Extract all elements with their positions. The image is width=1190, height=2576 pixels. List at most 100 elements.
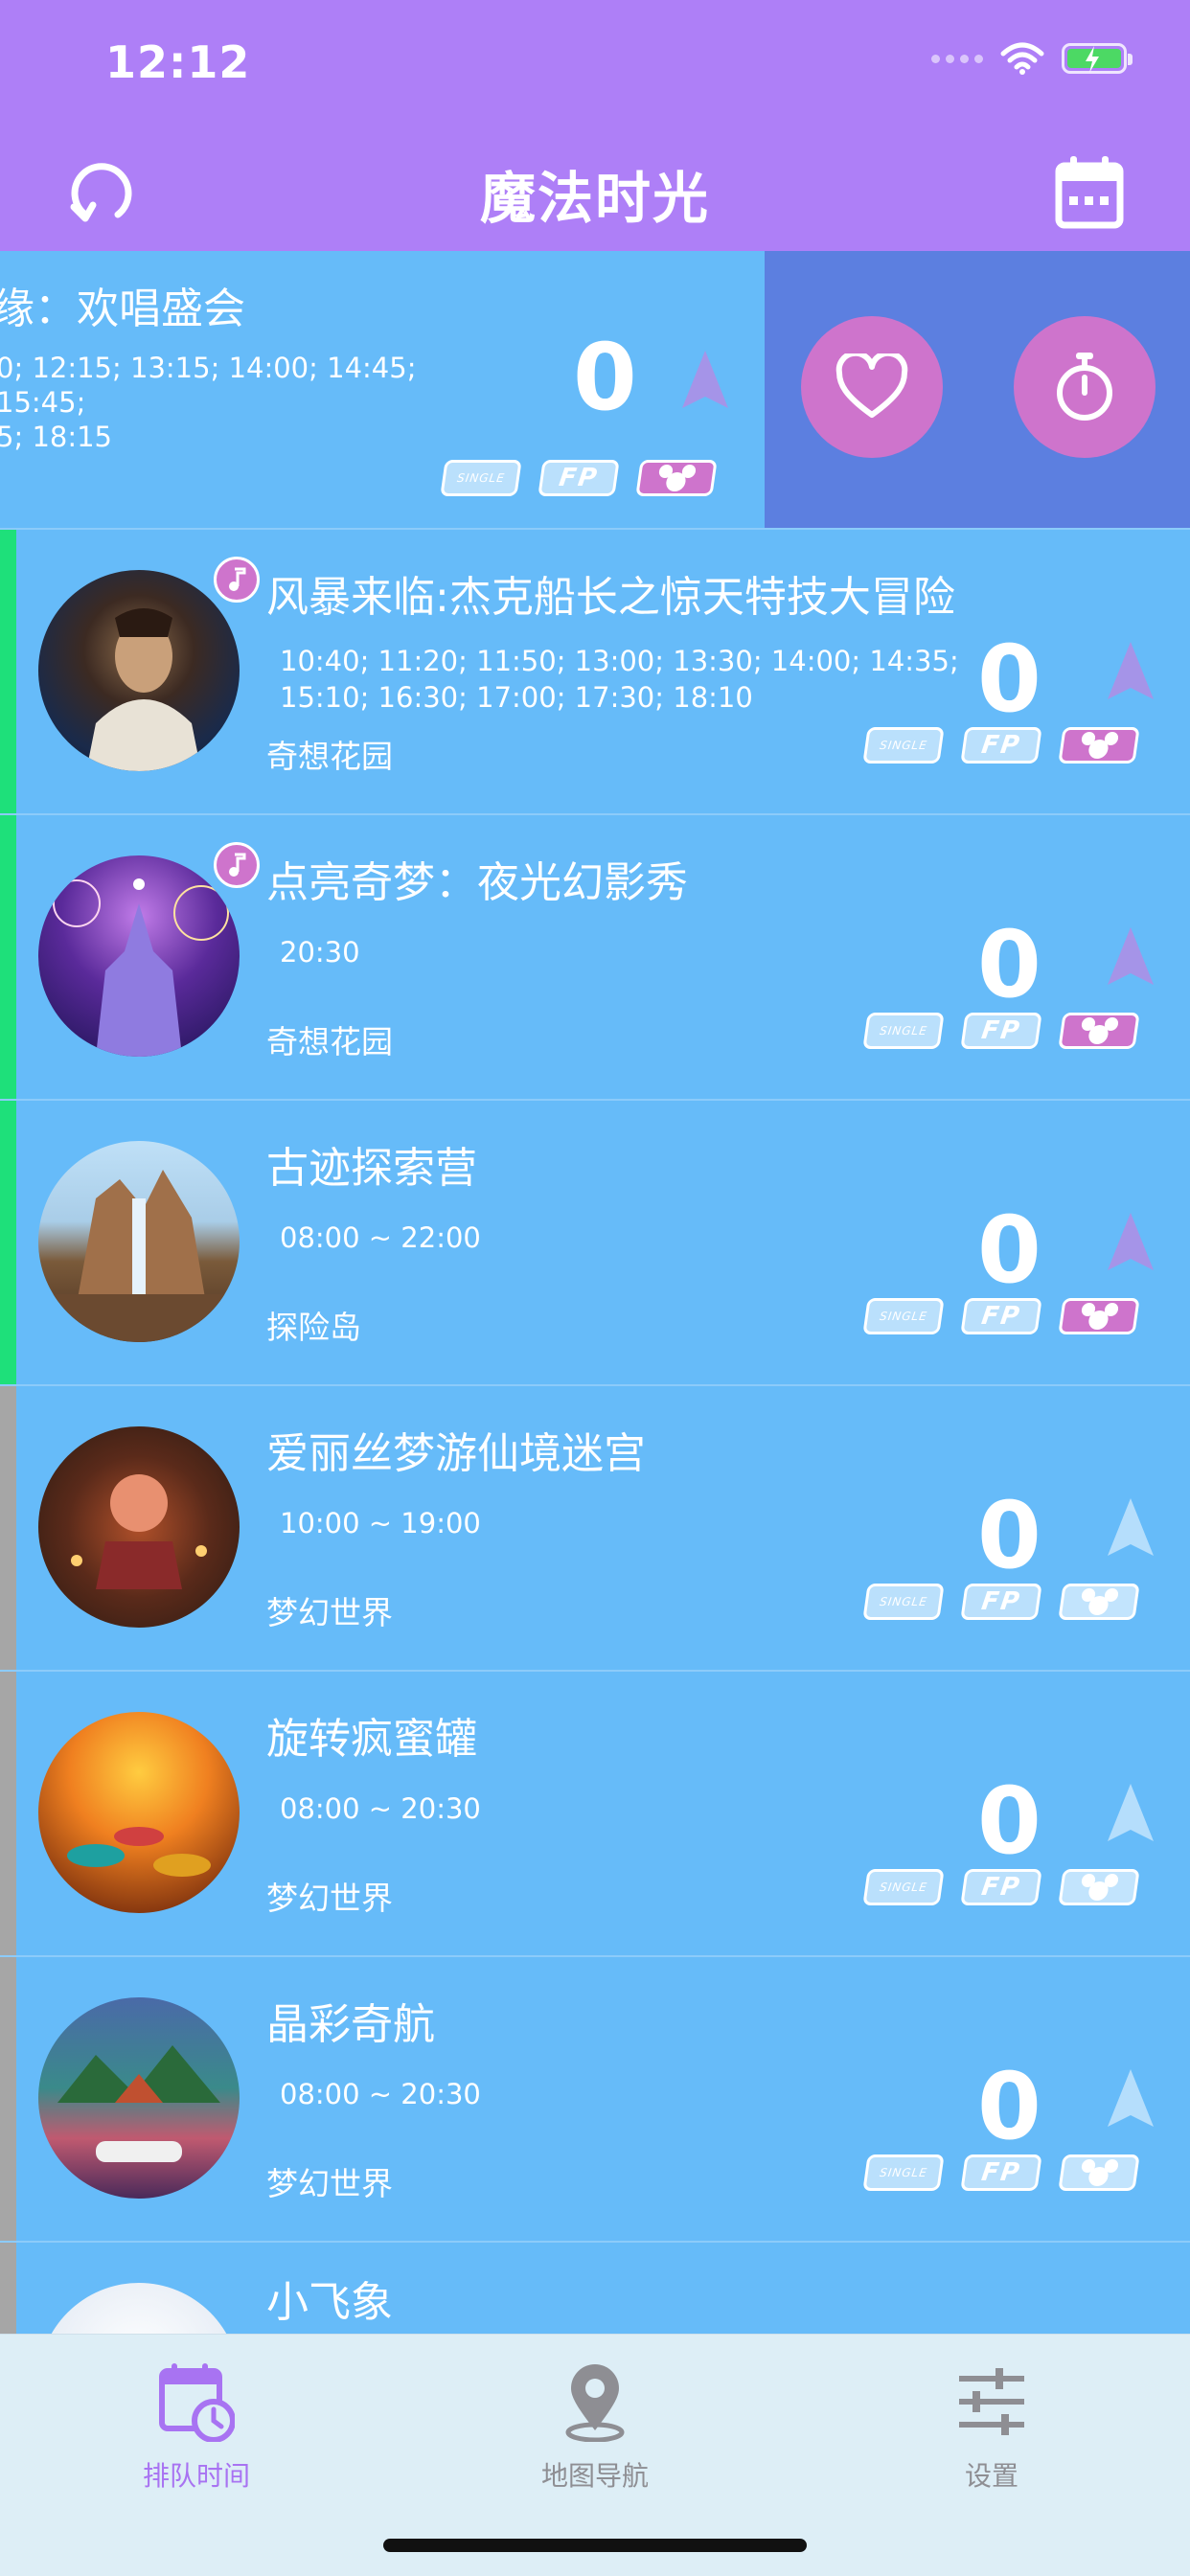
header: 12:12 魔法时光	[0, 0, 1190, 251]
navigate-arrow-icon[interactable]	[1104, 1496, 1157, 1558]
navigate-arrow-icon[interactable]	[1104, 2067, 1157, 2129]
tag-group: SINGLE FP	[862, 1298, 1140, 1334]
music-note-icon	[229, 853, 246, 877]
single-rider-tag: SINGLE	[440, 460, 522, 496]
status-bar	[0, 2243, 16, 2334]
calendar-clock-icon	[159, 2363, 235, 2442]
mickey-tag	[1058, 1013, 1140, 1049]
tab-label: 排队时间	[142, 2460, 250, 2492]
navigate-arrow-icon[interactable]	[1104, 1211, 1157, 1272]
attraction-image	[38, 1997, 240, 2199]
list-item[interactable]: 晶彩奇航 08:00 ~ 20:30 梦幻世界 0 SINGLE FP	[0, 1955, 1190, 2241]
show-times: 10:40; 11:20; 11:50; 13:00; 13:30; 14:00…	[280, 645, 959, 714]
status-time: 12:12	[105, 36, 251, 88]
show-times: 0; 12:15; 13:15; 14:00; 14:45; 15:45; 5;…	[0, 352, 417, 453]
map-pin-icon	[565, 2364, 625, 2442]
fastpass-tag: FP	[960, 1298, 1042, 1334]
attraction-title: 旋转疯蜜罐	[266, 1715, 477, 1764]
calendar-icon	[1055, 156, 1124, 229]
navigate-arrow-icon[interactable]	[1104, 925, 1157, 987]
show-times: 20:30	[280, 936, 360, 969]
single-rider-tag: SINGLE	[862, 1013, 945, 1049]
single-rider-tag: SINGLE	[862, 1869, 945, 1905]
show-times: 08:00 ~ 20:30	[280, 1792, 481, 1825]
attraction-title: 晶彩奇航	[266, 2000, 435, 2049]
wait-time: 0	[977, 1197, 1041, 1304]
attraction-title: 小飞象	[266, 2278, 393, 2327]
status-icons	[931, 42, 1133, 75]
attraction-image	[38, 1141, 240, 1342]
single-rider-tag: SINGLE	[862, 2154, 945, 2191]
list-item[interactable]: 小飞象	[0, 2241, 1190, 2334]
music-badge	[214, 557, 260, 603]
list-item[interactable]: 风暴来临:杰克船长之惊天特技大冒险 10:40; 11:20; 11:50; 1…	[0, 528, 1190, 813]
status-bar	[0, 1386, 16, 1670]
attraction-title: 风暴来临:杰克船长之惊天特技大冒险	[266, 573, 955, 622]
mickey-icon	[1081, 1588, 1119, 1615]
mickey-icon	[1081, 2159, 1119, 2186]
show-times: 10:00 ~ 19:00	[280, 1507, 481, 1539]
list-item[interactable]: 点亮奇梦：夜光幻影秀 20:30 奇想花园 0 SINGLE FP	[0, 813, 1190, 1099]
page-title: 魔法时光	[479, 166, 710, 231]
tab-settings[interactable]: 设置	[848, 2354, 1135, 2494]
fastpass-tag: FP	[960, 1584, 1042, 1620]
tab-label: 地图导航	[540, 2460, 649, 2492]
fastpass-tag: FP	[960, 1013, 1042, 1049]
tab-map-navigation[interactable]: 地图导航	[451, 2354, 739, 2494]
sliders-icon	[959, 2368, 1024, 2435]
wait-time: 0	[573, 324, 637, 431]
favorite-button[interactable]	[801, 316, 943, 458]
tag-group: SINGLE FP	[862, 1869, 1140, 1905]
mickey-icon	[1081, 1017, 1119, 1044]
park-area: 梦幻世界	[266, 1880, 393, 1917]
calendar-button[interactable]	[1041, 144, 1137, 239]
list-item[interactable]: 旋转疯蜜罐 08:00 ~ 20:30 梦幻世界 0 SINGLE FP	[0, 1670, 1190, 1955]
navigate-arrow-icon[interactable]	[678, 349, 732, 410]
park-area: 奇想花园	[266, 1023, 393, 1060]
heart-icon	[835, 353, 908, 418]
attraction-title: 缘：欢唱盛会	[0, 285, 245, 333]
attraction-image	[38, 855, 240, 1057]
tag-group: SINGLE FP	[440, 460, 718, 496]
show-times: 08:00 ~ 22:00	[280, 1221, 481, 1254]
tab-label: 设置	[964, 2460, 1018, 2492]
attraction-image	[38, 2283, 240, 2334]
park-area: 奇想花园	[266, 738, 393, 775]
status-bar	[0, 1672, 16, 1955]
status-bar	[0, 815, 16, 1099]
list-item[interactable]: 古迹探索营 08:00 ~ 22:00 探险岛 0 SINGLE FP	[0, 1099, 1190, 1384]
single-rider-tag: SINGLE	[862, 727, 945, 764]
single-rider-tag: SINGLE	[862, 1584, 945, 1620]
navigate-arrow-icon[interactable]	[1104, 1782, 1157, 1843]
mickey-tag	[1058, 727, 1140, 764]
tag-group: SINGLE FP	[862, 1584, 1140, 1620]
park-area: 梦幻世界	[266, 1594, 393, 1631]
music-badge	[214, 842, 260, 888]
list-item-swiped[interactable]: 缘：欢唱盛会 0; 12:15; 13:15; 14:00; 14:45; 15…	[0, 251, 1190, 528]
timer-button[interactable]	[1014, 316, 1156, 458]
tag-group: SINGLE FP	[862, 2154, 1140, 2191]
tab-wait-times[interactable]: 排队时间	[53, 2354, 340, 2494]
status-bar	[0, 1957, 16, 2241]
attraction-list[interactable]: 缘：欢唱盛会 0; 12:15; 13:15; 14:00; 14:45; 15…	[0, 251, 1190, 2334]
wait-time: 0	[977, 2053, 1041, 2160]
tag-group: SINGLE FP	[862, 1013, 1140, 1049]
attraction-title: 爱丽丝梦游仙境迷宫	[266, 1429, 646, 1478]
mickey-icon	[1081, 732, 1119, 759]
list-item[interactable]: 爱丽丝梦游仙境迷宫 10:00 ~ 19:00 梦幻世界 0 SINGLE FP	[0, 1384, 1190, 1670]
park-area: 探险岛	[266, 1309, 361, 1346]
swiped-row-content[interactable]: 缘：欢唱盛会 0; 12:15; 13:15; 14:00; 14:45; 15…	[0, 251, 765, 528]
show-times: 08:00 ~ 20:30	[280, 2078, 481, 2110]
single-rider-tag: SINGLE	[862, 1298, 945, 1334]
mickey-icon	[658, 465, 697, 491]
attraction-image	[38, 1426, 240, 1628]
mickey-icon	[1081, 1874, 1119, 1901]
music-note-icon	[229, 567, 246, 591]
attraction-title: 古迹探索营	[266, 1144, 477, 1193]
navigate-arrow-icon[interactable]	[1104, 640, 1157, 701]
status-bar	[0, 530, 16, 813]
tag-group: SINGLE FP	[862, 727, 1140, 764]
wait-time: 0	[977, 626, 1041, 733]
battery-icon	[1062, 43, 1133, 74]
swipe-actions	[765, 251, 1190, 528]
